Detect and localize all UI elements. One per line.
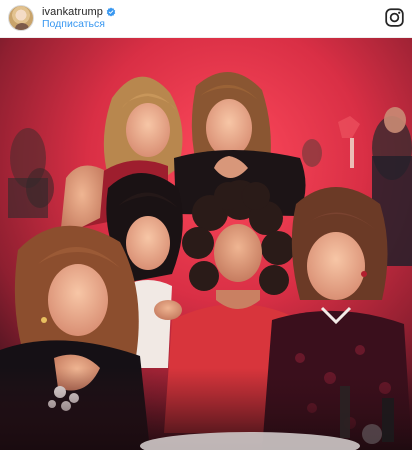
post-photo[interactable] — [0, 38, 412, 450]
follow-button[interactable]: Подписаться — [42, 18, 105, 30]
instagram-logo-icon[interactable] — [384, 7, 405, 28]
instagram-post: ivankatrump Подписаться — [0, 0, 412, 450]
profile-avatar[interactable] — [8, 5, 34, 31]
group-photo-image — [0, 38, 412, 450]
username-row: ivankatrump — [42, 5, 116, 19]
username-link[interactable]: ivankatrump — [42, 6, 103, 18]
verified-badge-icon — [106, 7, 116, 17]
post-header: ivankatrump Подписаться — [0, 0, 412, 38]
